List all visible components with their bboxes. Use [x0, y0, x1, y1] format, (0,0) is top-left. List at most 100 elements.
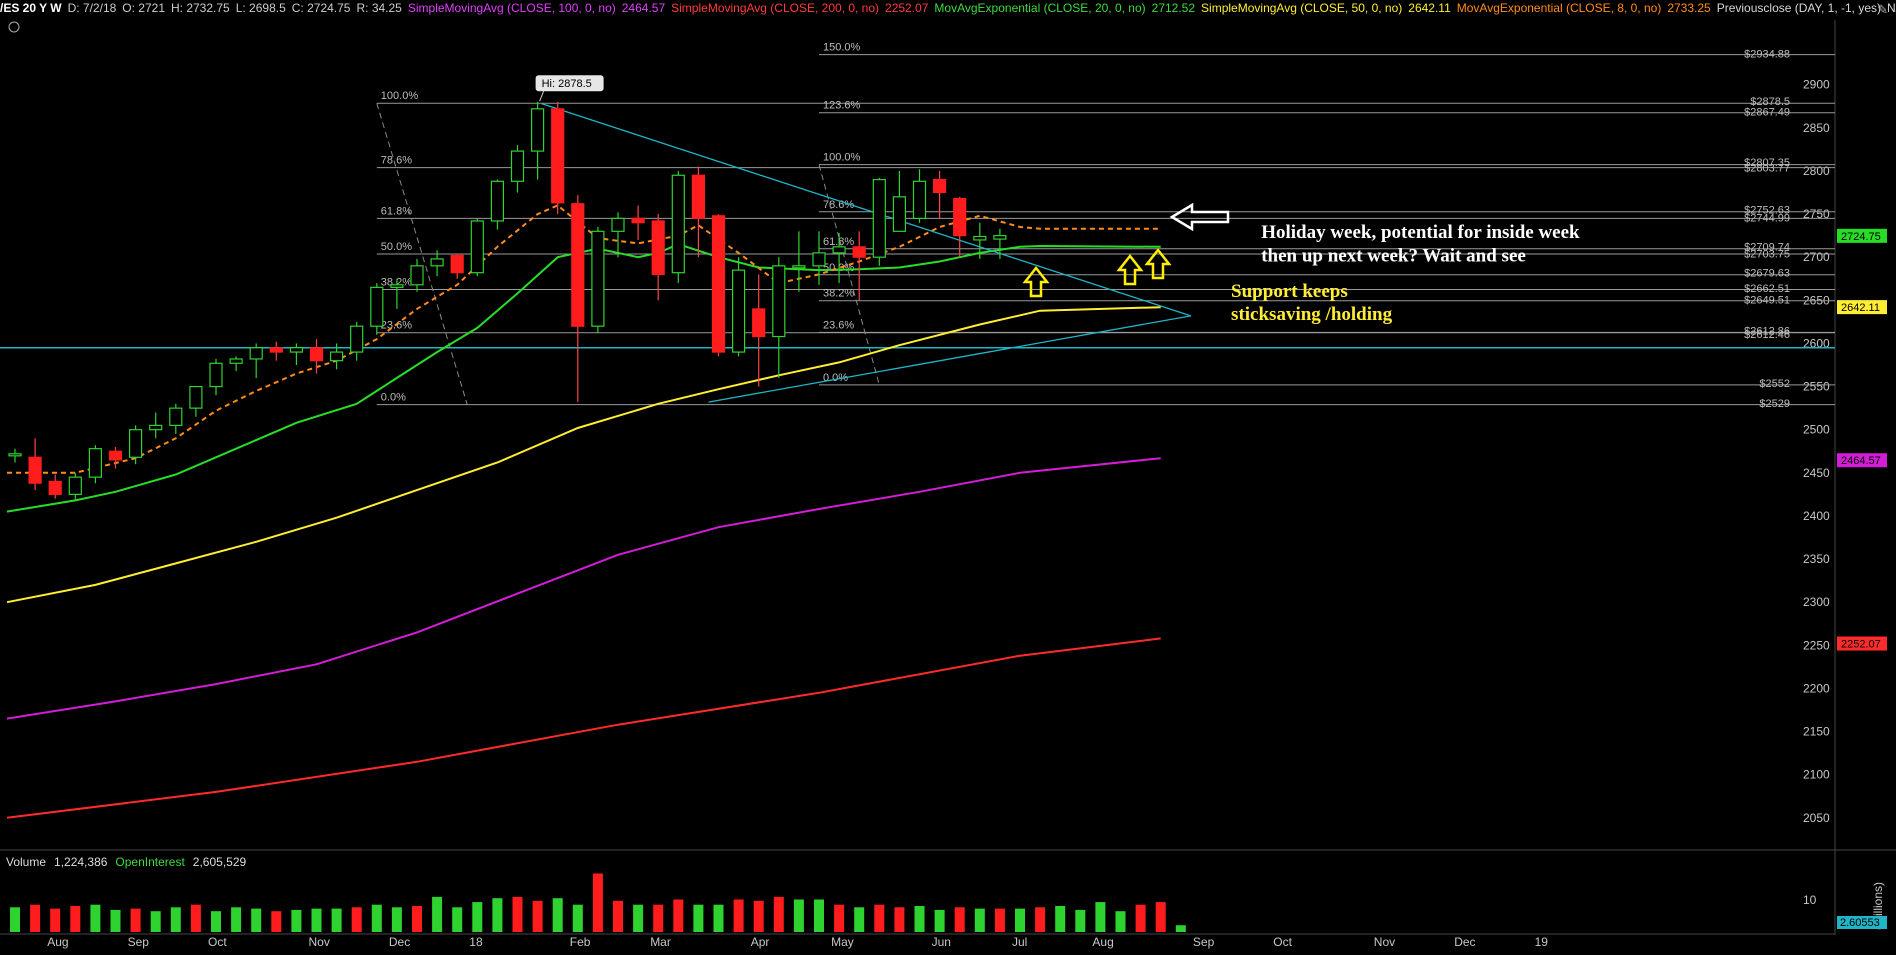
candle-body[interactable]: [953, 197, 967, 237]
volume-bar: [50, 908, 61, 932]
volume-bar: [70, 906, 81, 932]
candle-body[interactable]: [108, 450, 123, 461]
candle-body[interactable]: [932, 178, 947, 194]
fib-price-label: $2934.88: [1744, 49, 1790, 61]
candle-body[interactable]: [892, 196, 907, 232]
fib-right-level-label: 123.6%: [823, 100, 861, 112]
yellow-up-arrow-icon: [1022, 265, 1050, 298]
candle-body[interactable]: [912, 180, 927, 219]
volume-bar: [512, 896, 523, 932]
annotation-text: Holiday week, potential for inside week: [1261, 222, 1580, 243]
x-tick-label: Dec: [389, 935, 410, 949]
volume-bar: [673, 899, 684, 932]
volume-bar: [190, 904, 201, 932]
volume-bar: [613, 900, 623, 932]
candle-body[interactable]: [149, 424, 163, 431]
volume-bar: [1055, 906, 1066, 932]
candle-body[interactable]: [370, 286, 384, 327]
volume-bar: [934, 909, 945, 932]
candle-body[interactable]: [229, 358, 243, 364]
candle-body[interactable]: [490, 180, 504, 222]
candle-body[interactable]: [88, 448, 103, 478]
volume-bar: [1155, 902, 1166, 932]
candle-body[interactable]: [852, 246, 866, 258]
candle-body[interactable]: [8, 453, 22, 457]
volume-bar: [894, 907, 905, 932]
volume-bar: [1175, 925, 1186, 932]
candle-body[interactable]: [993, 235, 1007, 240]
candle-body[interactable]: [289, 347, 303, 353]
volume-bar: [130, 908, 141, 932]
candle-body[interactable]: [189, 385, 203, 409]
candle-body[interactable]: [651, 220, 665, 276]
candle-body[interactable]: [350, 325, 364, 353]
white-arrow-icon: [1169, 202, 1230, 232]
fib-right-level-label: 23.6%: [823, 319, 854, 331]
y-tick-label: 2850: [1803, 121, 1830, 135]
x-tick-label: Sep: [1193, 935, 1215, 949]
candle-body[interactable]: [410, 265, 424, 286]
candle-body[interactable]: [631, 217, 645, 224]
candle-body[interactable]: [330, 351, 344, 362]
volume-bar: [150, 911, 161, 932]
candle-body[interactable]: [711, 215, 726, 353]
price-tag: 2724.75: [1841, 231, 1881, 243]
x-tick-label: 19: [1535, 935, 1549, 949]
candle-body[interactable]: [169, 407, 183, 426]
price-chart[interactable]: 2050 2100 2150 2200 2250 2300 2350 2400 2450 2500…: [0, 0, 1896, 955]
candle-body[interactable]: [510, 150, 525, 182]
candle-body[interactable]: [752, 308, 766, 338]
candle-body[interactable]: [430, 258, 444, 267]
candle-body[interactable]: [792, 265, 806, 269]
x-tick-label: May: [831, 935, 854, 949]
candle-body[interactable]: [209, 362, 223, 388]
fib-right-level-label: 150.0%: [823, 42, 861, 54]
x-tick-label: Jul: [1012, 935, 1027, 949]
candle-body[interactable]: [249, 347, 263, 360]
volume-bar: [472, 902, 483, 932]
volume-bar: [231, 907, 242, 932]
candle-body[interactable]: [571, 203, 585, 327]
candle-body[interactable]: [591, 230, 605, 327]
candle-body[interactable]: [872, 178, 886, 258]
hi-label: Hi: 2878.5: [542, 78, 592, 90]
y-tick-label: 2250: [1803, 638, 1830, 652]
volume-bar: [1035, 907, 1046, 932]
candle-body[interactable]: [671, 174, 685, 274]
candle-body[interactable]: [390, 284, 404, 288]
candle-body[interactable]: [691, 174, 706, 219]
candle-body[interactable]: [551, 108, 565, 204]
volume-bar: [271, 911, 282, 932]
x-tick-label: Aug: [1092, 935, 1113, 949]
fib-right-level-label: 38.2%: [823, 288, 854, 300]
candle-body[interactable]: [832, 246, 846, 254]
candle-body[interactable]: [772, 265, 786, 338]
fib-left-level-label: 23.6%: [381, 320, 412, 332]
candle-body[interactable]: [812, 252, 826, 267]
candle-body[interactable]: [28, 456, 42, 484]
fib-left-level-label: 61.8%: [381, 205, 412, 217]
volume-bar: [211, 911, 221, 932]
sma100-line: [6, 457, 1161, 720]
info-circle-icon[interactable]: [8, 21, 20, 33]
candle-body[interactable]: [269, 347, 283, 353]
volume-bar: [834, 904, 845, 932]
candle-body[interactable]: [973, 235, 987, 241]
volume-bar: [874, 904, 885, 932]
y-tick-label: 2300: [1803, 595, 1830, 609]
hi-label-pointer: [539, 91, 545, 102]
candle-body[interactable]: [68, 476, 82, 495]
volume-bar: [974, 908, 985, 932]
candle-body[interactable]: [450, 254, 464, 274]
candle-body[interactable]: [470, 220, 484, 274]
candle-body[interactable]: [731, 269, 746, 353]
x-tick-label: Dec: [1454, 935, 1475, 949]
volume-bar: [30, 904, 41, 932]
volume-bar: [592, 873, 603, 932]
x-tick-label: Apr: [751, 935, 770, 949]
candle-body[interactable]: [309, 347, 324, 362]
candle-body[interactable]: [530, 108, 545, 152]
candle-body[interactable]: [129, 429, 143, 458]
candle-body[interactable]: [611, 217, 625, 232]
candle-body[interactable]: [48, 480, 62, 495]
